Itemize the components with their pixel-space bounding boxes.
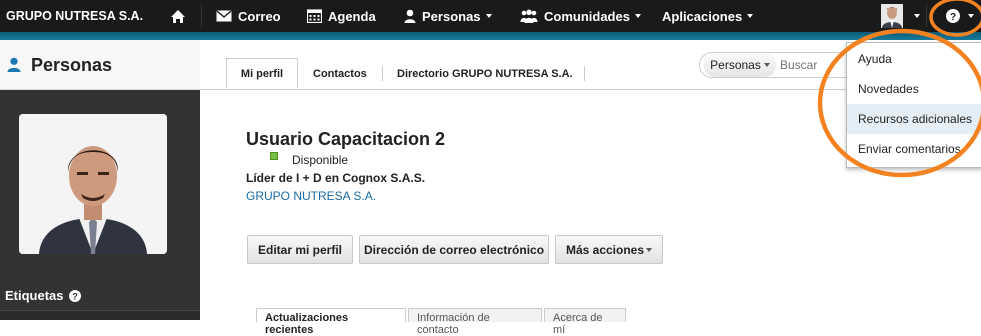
nav-comunidades-label: Comunidades — [544, 8, 630, 24]
nav-comunidades[interactable]: Comunidades — [520, 0, 641, 32]
divider — [382, 66, 383, 81]
nav-correo[interactable]: Correo — [216, 0, 281, 32]
mail-icon — [216, 10, 232, 22]
status-text: Disponible — [292, 153, 349, 167]
profile-organization-link[interactable]: GRUPO NUTRESA S.A. — [246, 189, 376, 203]
menu-item-recursos-adicionales[interactable]: Recursos adicionales — [847, 104, 981, 134]
nav-agenda-label: Agenda — [328, 8, 376, 24]
help-icon[interactable]: ? — [68, 289, 81, 302]
menu-item-enviar-comentarios[interactable]: Enviar comentarios — [847, 134, 981, 164]
tab-mi-perfil[interactable]: Mi perfil — [226, 58, 298, 89]
divider — [926, 5, 927, 27]
brand-label[interactable]: GRUPO NUTRESA S.A. — [6, 0, 143, 32]
nav-aplicaciones-label: Aplicaciones — [662, 8, 743, 24]
person-icon — [404, 9, 416, 23]
help-menu-button[interactable]: ? — [946, 0, 974, 32]
chevron-down-icon — [634, 14, 641, 18]
chevron-down-icon — [485, 14, 492, 18]
search-input[interactable] — [778, 54, 848, 76]
nav-personas-label: Personas — [422, 8, 481, 24]
nav-agenda[interactable]: Agenda — [307, 0, 376, 32]
tab-actualizaciones-recientes[interactable]: Actualizaciones recientes — [256, 308, 406, 336]
search-scope-label: Personas — [710, 58, 761, 72]
tags-heading: Etiquetas ? — [5, 288, 81, 303]
tab-contactos[interactable]: Contactos — [313, 58, 367, 89]
tab-informacion-contacto[interactable]: Información de contacto — [408, 308, 542, 336]
search-scope-selector[interactable]: Personas — [704, 53, 776, 77]
divider — [201, 5, 202, 27]
more-actions-button[interactable]: Más acciones — [555, 235, 663, 264]
accent-strip — [0, 32, 981, 40]
more-actions-label: Más acciones — [565, 242, 645, 257]
chevron-down-icon — [968, 14, 974, 18]
sidebar-header: Personas — [0, 40, 200, 90]
profile-photo — [19, 114, 167, 254]
help-icon: ? — [946, 9, 960, 23]
help-dropdown-menu: Ayuda Novedades Recursos adicionales Env… — [846, 42, 981, 168]
profile-job-title: Líder de I + D en Cognox S.A.S. — [246, 171, 426, 185]
chevron-down-icon — [646, 247, 653, 252]
chevron-down-icon — [763, 63, 770, 67]
svg-text:?: ? — [72, 291, 78, 301]
person-icon — [7, 57, 21, 72]
tags-label: Etiquetas — [5, 288, 64, 303]
community-icon — [520, 9, 538, 23]
page-title: Personas — [31, 55, 113, 75]
tab-directorio[interactable]: Directorio GRUPO NUTRESA S.A. — [397, 58, 573, 89]
svg-text:?: ? — [950, 12, 956, 23]
menu-item-novedades[interactable]: Novedades — [847, 74, 981, 104]
user-avatar-menu[interactable] — [881, 0, 920, 32]
tab-acerca-de-mi[interactable]: Acerca de mí — [544, 308, 626, 336]
profile-name: Usuario Capacitacion 2 — [246, 129, 446, 149]
home-icon[interactable] — [170, 0, 192, 32]
chevron-down-icon — [914, 14, 920, 18]
nav-aplicaciones[interactable]: Aplicaciones — [662, 0, 754, 32]
top-navigation-bar: GRUPO NUTRESA S.A. Correo Agenda Persona… — [0, 0, 981, 32]
status-indicator-icon — [270, 152, 278, 160]
chevron-down-icon — [747, 14, 754, 18]
divider — [584, 66, 585, 81]
avatar — [881, 4, 903, 28]
menu-item-ayuda[interactable]: Ayuda — [847, 44, 981, 74]
calendar-icon — [307, 9, 322, 23]
edit-profile-button[interactable]: Editar mi perfil — [247, 235, 353, 264]
email-address-button[interactable]: Dirección de correo electrónico — [359, 235, 549, 264]
nav-personas[interactable]: Personas — [404, 0, 492, 32]
nav-correo-label: Correo — [238, 8, 281, 24]
